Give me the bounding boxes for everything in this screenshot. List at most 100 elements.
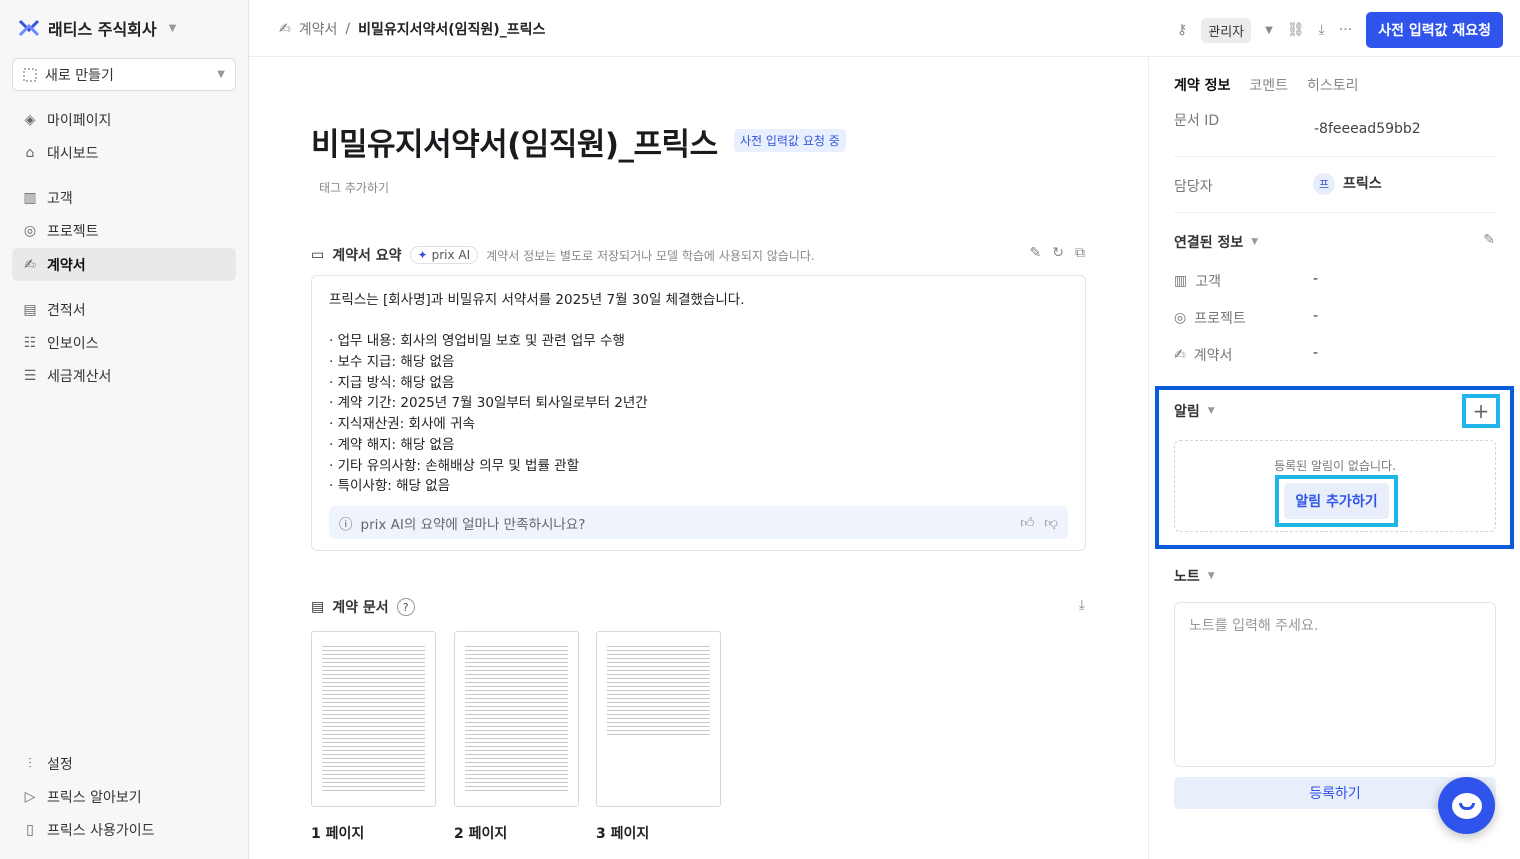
linked-label: 계약서 bbox=[1193, 348, 1233, 364]
fast-forward-icon: ▷ bbox=[24, 788, 36, 805]
logo-icon bbox=[18, 19, 40, 37]
note-header[interactable]: 노트 ▼ bbox=[1174, 566, 1215, 586]
status-badge: 사전 입력값 요청 중 bbox=[734, 129, 846, 152]
page-thumbnail-2[interactable] bbox=[454, 631, 579, 807]
nav-label: 마이페이지 bbox=[47, 112, 112, 129]
thumbs-up-icon[interactable]: 👍︎ bbox=[1020, 514, 1034, 531]
summary-line: · 보수 지급: 해당 없음 bbox=[329, 354, 455, 371]
signature-icon: ✍ bbox=[1174, 347, 1186, 363]
add-alarm-button[interactable]: 알림 추가하기 bbox=[1275, 475, 1398, 527]
new-button[interactable]: 새로 만들기 ▼ bbox=[12, 58, 236, 91]
right-panel: 계약 정보 코멘트 히스토리 문서 ID -8feeead59bb2 담당자 프… bbox=[1148, 57, 1520, 859]
summary-line: · 계약 해지: 해당 없음 bbox=[329, 436, 455, 453]
nav-item-tax-invoices[interactable]: ☰ 세금계산서 bbox=[12, 359, 236, 392]
document-icon: ▤ bbox=[311, 599, 325, 615]
home-icon: ⌂ bbox=[25, 144, 35, 161]
alarm-header[interactable]: 알림 ▼ bbox=[1174, 401, 1215, 421]
nav-label: 고객 bbox=[47, 190, 73, 207]
edit-icon[interactable]: ✎ bbox=[1483, 232, 1495, 248]
nav-item-customers[interactable]: ▥ 고객 bbox=[12, 181, 236, 214]
target-icon: ◎ bbox=[23, 222, 37, 239]
book-icon: ▯ bbox=[26, 821, 34, 838]
linked-info-header[interactable]: 연결된 정보 ▼ bbox=[1174, 232, 1258, 252]
linked-label: 고객 bbox=[1195, 274, 1221, 290]
page-label: 2 페이지 bbox=[454, 826, 508, 842]
owner-value[interactable]: 프 프릭스 bbox=[1313, 173, 1382, 195]
nav-item-guide[interactable]: ▯ 프릭스 사용가이드 bbox=[12, 813, 236, 846]
tab-comments[interactable]: 코멘트 bbox=[1249, 75, 1288, 95]
nav-label: 프로젝트 bbox=[47, 223, 99, 240]
thumbs-down-icon[interactable]: 👎︎ bbox=[1044, 514, 1058, 531]
summary-heading: 계약서 요약 bbox=[332, 248, 402, 264]
page-text-preview bbox=[607, 646, 710, 736]
receipt-icon: ☰ bbox=[23, 367, 37, 384]
nav-item-settings[interactable]: ⫶ 설정 bbox=[12, 747, 236, 780]
tab-contract-info[interactable]: 계약 정보 bbox=[1174, 75, 1230, 95]
linked-contract-value: - bbox=[1313, 345, 1319, 361]
add-tag-link[interactable]: 태그 추가하기 bbox=[319, 179, 389, 196]
nav-item-projects[interactable]: ◎ 프로젝트 bbox=[12, 214, 236, 247]
request-prefill-button[interactable]: 사전 입력값 재요청 bbox=[1366, 12, 1503, 48]
refresh-icon[interactable]: ↻ bbox=[1052, 245, 1064, 261]
info-icon: ⓘ bbox=[339, 516, 353, 533]
building-icon: ▥ bbox=[23, 189, 37, 206]
owner-name: 프릭스 bbox=[1343, 176, 1382, 192]
chevron-down-icon[interactable]: ▼ bbox=[1265, 25, 1273, 36]
target-icon: ◎ bbox=[1174, 310, 1187, 326]
more-icon[interactable]: ··· bbox=[1339, 22, 1352, 38]
breadcrumb-current: 비밀유지서약서(임직원)_프릭스 bbox=[358, 22, 546, 38]
linked-customer-value: - bbox=[1313, 271, 1319, 287]
role-badge[interactable]: 관리자 bbox=[1201, 17, 1252, 43]
nav-label: 프릭스 사용가이드 bbox=[47, 822, 155, 839]
summary-box: 프릭스는 [회사명]과 비밀유지 서약서를 2025년 7월 30일 체결했습니… bbox=[311, 275, 1086, 551]
alarm-heading: 알림 bbox=[1174, 404, 1200, 420]
nav-item-mypage[interactable]: ◈ 마이페이지 bbox=[12, 103, 236, 136]
nav-item-quotes[interactable]: ▤ 견적서 bbox=[12, 293, 236, 326]
nav-label: 설정 bbox=[47, 756, 73, 773]
summary-note: 계약서 정보는 별도로 저장되거나 모델 학습에 사용되지 않습니다. bbox=[486, 248, 815, 263]
nav-label: 프릭스 알아보기 bbox=[47, 789, 142, 806]
link-icon[interactable]: ⛓ bbox=[1287, 22, 1305, 38]
avatar: 프 bbox=[1313, 173, 1335, 195]
nav-item-about[interactable]: ▷ 프릭스 알아보기 bbox=[12, 780, 236, 813]
ai-chip: ✦ prix AI bbox=[409, 246, 479, 264]
download-icon[interactable]: ⤓ bbox=[1079, 597, 1085, 613]
help-icon[interactable]: ? bbox=[396, 598, 415, 616]
nav-label: 계약서 bbox=[47, 257, 86, 274]
chevron-down-icon: ▼ bbox=[217, 69, 225, 80]
page-title: 비밀유지서약서(임직원)_프릭스 bbox=[311, 127, 718, 163]
topbar: ✍ 계약서 / 비밀유지서약서(임직원)_프릭스 ⚷ 관리자 ▼ ⛓ ⤓ ···… bbox=[249, 0, 1520, 57]
document-icon: ▤ bbox=[23, 301, 37, 318]
chat-launcher-button[interactable] bbox=[1438, 777, 1495, 834]
chevron-down-icon: ▼ bbox=[168, 22, 177, 34]
doc-id-value: -8feeead59bb2 bbox=[1314, 121, 1421, 137]
linked-contract-label: ✍ 계약서 bbox=[1174, 345, 1232, 365]
feedback-thumbs: 👍︎ 👎︎ bbox=[1020, 514, 1058, 531]
app-root: 래티스 주식회사 ▼ 새로 만들기 ▼ ◈ 마이페이지 ⌂ 대시보드 ▥ 고객 ◎ 프로… bbox=[0, 0, 1520, 859]
nav-item-contracts[interactable]: ✍ 계약서 bbox=[12, 248, 236, 281]
linked-info-heading: 연결된 정보 bbox=[1174, 235, 1244, 251]
page-thumbnail-1[interactable] bbox=[311, 631, 436, 807]
edit-icon[interactable]: ✎ bbox=[1030, 245, 1042, 261]
note-input[interactable]: 노트를 입력해 주세요. bbox=[1174, 602, 1496, 767]
sparkle-icon: ✦ bbox=[417, 248, 428, 262]
add-alarm-plus-button[interactable]: + bbox=[1462, 394, 1500, 428]
download-icon[interactable]: ⤓ bbox=[1319, 22, 1325, 38]
chevron-down-icon: ▼ bbox=[1207, 571, 1215, 581]
feedback-question: prix AI의 요약에 얼마나 만족하시나요? bbox=[360, 516, 586, 533]
breadcrumb: ✍ 계약서 / 비밀유지서약서(임직원)_프릭스 bbox=[279, 19, 545, 39]
page-text-preview bbox=[322, 646, 425, 792]
breadcrumb-parent[interactable]: 계약서 bbox=[299, 19, 338, 39]
copy-icon[interactable]: ⧉ bbox=[1075, 245, 1085, 261]
nav-item-invoices[interactable]: ☷ 인보이스 bbox=[12, 326, 236, 359]
alarm-empty-text: 등록된 알림이 없습니다. bbox=[1274, 459, 1396, 473]
doc-id-label: 문서 ID bbox=[1174, 113, 1220, 129]
add-alarm-label: 알림 추가하기 bbox=[1284, 483, 1389, 519]
tab-history[interactable]: 히스토리 bbox=[1307, 75, 1359, 95]
page-thumbnail-3[interactable] bbox=[596, 631, 721, 807]
nav-item-dashboard[interactable]: ⌂ 대시보드 bbox=[12, 136, 236, 169]
owner-label: 담당자 bbox=[1174, 179, 1213, 195]
org-switcher[interactable]: 래티스 주식회사 ▼ bbox=[18, 16, 176, 40]
divider bbox=[1174, 212, 1496, 213]
summary-header: ▭ 계약서 요약 ✦ prix AI 계약서 정보는 별도로 저장되거나 모델 학… bbox=[311, 245, 815, 265]
